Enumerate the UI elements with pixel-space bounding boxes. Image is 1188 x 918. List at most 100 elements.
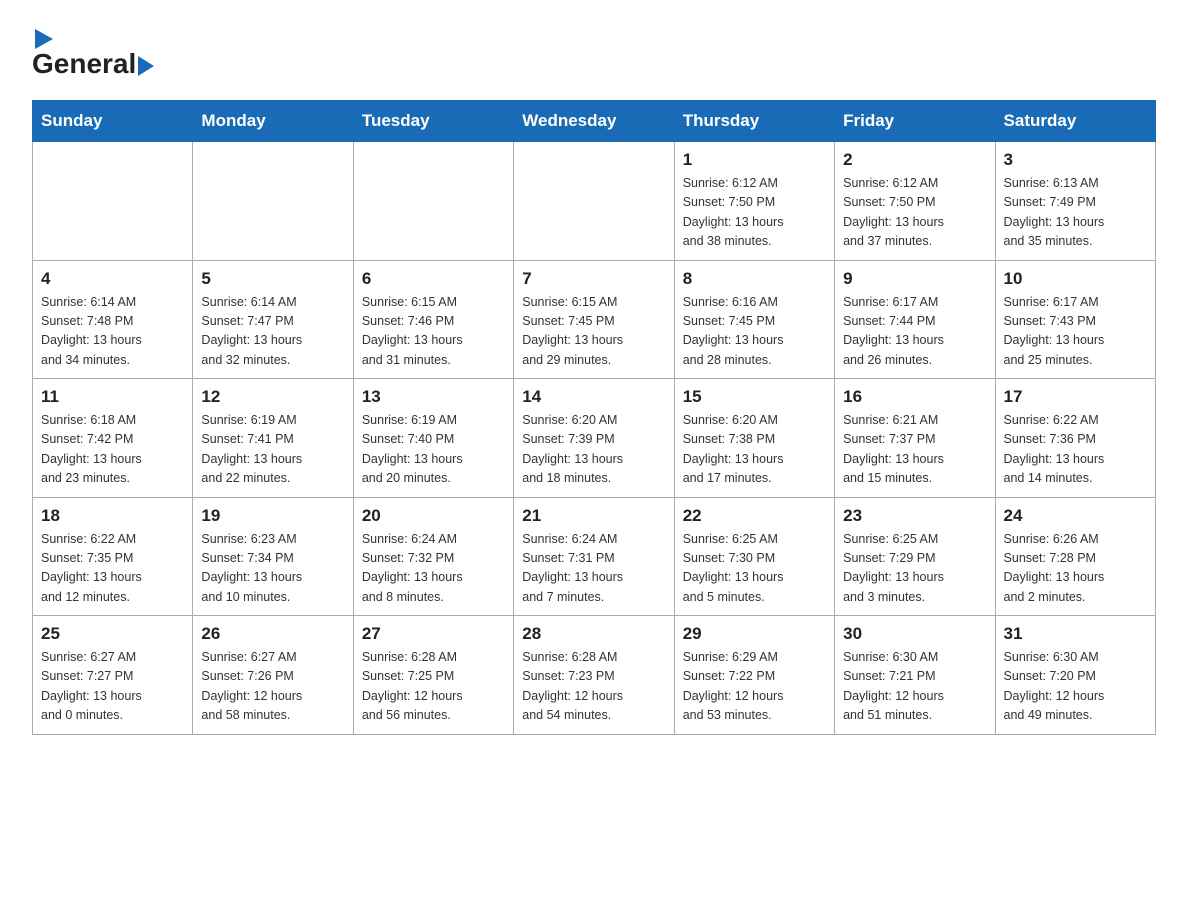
calendar-cell: 25 Sunrise: 6:27 AM Sunset: 7:27 PM Dayli… (33, 616, 193, 735)
logo: General (32, 24, 156, 80)
day-number: 6 (362, 269, 505, 289)
calendar-cell: 12Sunrise: 6:19 AM Sunset: 7:41 PM Dayli… (193, 379, 353, 498)
calendar-cell: 31Sunrise: 6:30 AM Sunset: 7:20 PM Dayli… (995, 616, 1155, 735)
calendar-cell: 14 Sunrise: 6:20 AM Sunset: 7:39 PM Dayli… (514, 379, 674, 498)
logo-triangle-icon (35, 29, 53, 49)
calendar-cell: 20 Sunrise: 6:24 AM Sunset: 7:32 PM Dayli… (353, 497, 513, 616)
calendar-cell: 27 Sunrise: 6:28 AM Sunset: 7:25 PM Dayli… (353, 616, 513, 735)
day-info: Sunrise: 6:28 AM Sunset: 7:25 PM Dayligh… (362, 648, 505, 726)
day-info: Sunrise: 6:12 AM Sunset: 7:50 PM Dayligh… (843, 174, 986, 252)
weekday-header-sunday: Sunday (33, 101, 193, 142)
day-number: 20 (362, 506, 505, 526)
calendar-cell: 26 Sunrise: 6:27 AM Sunset: 7:26 PM Dayli… (193, 616, 353, 735)
day-number: 27 (362, 624, 505, 644)
day-info: Sunrise: 6:23 AM Sunset: 7:34 PM Dayligh… (201, 530, 344, 608)
calendar-table: SundayMondayTuesdayWednesdayThursdayFrid… (32, 100, 1156, 735)
calendar-cell: 30 Sunrise: 6:30 AM Sunset: 7:21 PM Dayli… (835, 616, 995, 735)
weekday-header-saturday: Saturday (995, 101, 1155, 142)
day-number: 22 (683, 506, 826, 526)
week-row-1: 1 Sunrise: 6:12 AM Sunset: 7:50 PM Daylig… (33, 142, 1156, 261)
day-number: 26 (201, 624, 344, 644)
day-number: 2 (843, 150, 986, 170)
day-info: Sunrise: 6:24 AM Sunset: 7:32 PM Dayligh… (362, 530, 505, 608)
day-info: Sunrise: 6:27 AM Sunset: 7:27 PM Dayligh… (41, 648, 184, 726)
day-info: Sunrise: 6:29 AM Sunset: 7:22 PM Dayligh… (683, 648, 826, 726)
day-info: Sunrise: 6:15 AM Sunset: 7:45 PM Dayligh… (522, 293, 665, 371)
day-info: Sunrise: 6:12 AM Sunset: 7:50 PM Dayligh… (683, 174, 826, 252)
page-header: General (32, 24, 1156, 80)
day-info: Sunrise: 6:17 AM Sunset: 7:44 PM Dayligh… (843, 293, 986, 371)
day-number: 1 (683, 150, 826, 170)
day-info: Sunrise: 6:24 AM Sunset: 7:31 PM Dayligh… (522, 530, 665, 608)
day-info: Sunrise: 6:16 AM Sunset: 7:45 PM Dayligh… (683, 293, 826, 371)
day-info: Sunrise: 6:30 AM Sunset: 7:21 PM Dayligh… (843, 648, 986, 726)
day-info: Sunrise: 6:27 AM Sunset: 7:26 PM Dayligh… (201, 648, 344, 726)
day-number: 14 (522, 387, 665, 407)
calendar-cell: 24 Sunrise: 6:26 AM Sunset: 7:28 PM Dayli… (995, 497, 1155, 616)
calendar-cell (193, 142, 353, 261)
day-number: 4 (41, 269, 184, 289)
week-row-4: 18 Sunrise: 6:22 AM Sunset: 7:35 PM Dayli… (33, 497, 1156, 616)
calendar-cell: 11Sunrise: 6:18 AM Sunset: 7:42 PM Dayli… (33, 379, 193, 498)
day-info: Sunrise: 6:22 AM Sunset: 7:35 PM Dayligh… (41, 530, 184, 608)
day-info: Sunrise: 6:21 AM Sunset: 7:37 PM Dayligh… (843, 411, 986, 489)
day-number: 15 (683, 387, 826, 407)
weekday-header-thursday: Thursday (674, 101, 834, 142)
day-info: Sunrise: 6:19 AM Sunset: 7:40 PM Dayligh… (362, 411, 505, 489)
day-info: Sunrise: 6:26 AM Sunset: 7:28 PM Dayligh… (1004, 530, 1147, 608)
weekday-header-monday: Monday (193, 101, 353, 142)
week-row-5: 25 Sunrise: 6:27 AM Sunset: 7:27 PM Dayli… (33, 616, 1156, 735)
day-info: Sunrise: 6:14 AM Sunset: 7:47 PM Dayligh… (201, 293, 344, 371)
day-info: Sunrise: 6:22 AM Sunset: 7:36 PM Dayligh… (1004, 411, 1147, 489)
day-number: 29 (683, 624, 826, 644)
calendar-cell: 1 Sunrise: 6:12 AM Sunset: 7:50 PM Daylig… (674, 142, 834, 261)
day-number: 11 (41, 387, 184, 407)
calendar-cell: 13 Sunrise: 6:19 AM Sunset: 7:40 PM Dayli… (353, 379, 513, 498)
calendar-cell: 10 Sunrise: 6:17 AM Sunset: 7:43 PM Dayli… (995, 260, 1155, 379)
day-info: Sunrise: 6:28 AM Sunset: 7:23 PM Dayligh… (522, 648, 665, 726)
calendar-cell: 28 Sunrise: 6:28 AM Sunset: 7:23 PM Dayli… (514, 616, 674, 735)
day-info: Sunrise: 6:17 AM Sunset: 7:43 PM Dayligh… (1004, 293, 1147, 371)
calendar-cell: 21 Sunrise: 6:24 AM Sunset: 7:31 PM Dayli… (514, 497, 674, 616)
day-number: 19 (201, 506, 344, 526)
calendar-cell (514, 142, 674, 261)
calendar-cell: 8 Sunrise: 6:16 AM Sunset: 7:45 PM Daylig… (674, 260, 834, 379)
day-number: 12 (201, 387, 344, 407)
day-number: 25 (41, 624, 184, 644)
calendar-cell: 6 Sunrise: 6:15 AM Sunset: 7:46 PM Daylig… (353, 260, 513, 379)
logo-general-2: General (32, 48, 136, 79)
day-info: Sunrise: 6:14 AM Sunset: 7:48 PM Dayligh… (41, 293, 184, 371)
calendar-cell: 23 Sunrise: 6:25 AM Sunset: 7:29 PM Dayli… (835, 497, 995, 616)
calendar-cell: 29 Sunrise: 6:29 AM Sunset: 7:22 PM Dayli… (674, 616, 834, 735)
day-number: 5 (201, 269, 344, 289)
calendar-cell: 4 Sunrise: 6:14 AM Sunset: 7:48 PM Daylig… (33, 260, 193, 379)
day-number: 10 (1004, 269, 1147, 289)
calendar-cell (353, 142, 513, 261)
day-info: Sunrise: 6:25 AM Sunset: 7:30 PM Dayligh… (683, 530, 826, 608)
day-number: 23 (843, 506, 986, 526)
day-number: 28 (522, 624, 665, 644)
weekday-header-wednesday: Wednesday (514, 101, 674, 142)
day-number: 30 (843, 624, 986, 644)
calendar-cell: 19 Sunrise: 6:23 AM Sunset: 7:34 PM Dayli… (193, 497, 353, 616)
day-number: 16 (843, 387, 986, 407)
calendar-cell: 22 Sunrise: 6:25 AM Sunset: 7:30 PM Dayli… (674, 497, 834, 616)
day-number: 13 (362, 387, 505, 407)
day-number: 8 (683, 269, 826, 289)
weekday-header-friday: Friday (835, 101, 995, 142)
day-info: Sunrise: 6:15 AM Sunset: 7:46 PM Dayligh… (362, 293, 505, 371)
calendar-cell: 15Sunrise: 6:20 AM Sunset: 7:38 PM Dayli… (674, 379, 834, 498)
day-number: 24 (1004, 506, 1147, 526)
calendar-cell: 9 Sunrise: 6:17 AM Sunset: 7:44 PM Daylig… (835, 260, 995, 379)
day-number: 17 (1004, 387, 1147, 407)
day-info: Sunrise: 6:13 AM Sunset: 7:49 PM Dayligh… (1004, 174, 1147, 252)
day-number: 9 (843, 269, 986, 289)
calendar-cell (33, 142, 193, 261)
day-number: 21 (522, 506, 665, 526)
day-info: Sunrise: 6:25 AM Sunset: 7:29 PM Dayligh… (843, 530, 986, 608)
day-info: Sunrise: 6:20 AM Sunset: 7:39 PM Dayligh… (522, 411, 665, 489)
day-number: 7 (522, 269, 665, 289)
day-number: 18 (41, 506, 184, 526)
calendar-cell: 3Sunrise: 6:13 AM Sunset: 7:49 PM Daylig… (995, 142, 1155, 261)
weekday-header-row: SundayMondayTuesdayWednesdayThursdayFrid… (33, 101, 1156, 142)
